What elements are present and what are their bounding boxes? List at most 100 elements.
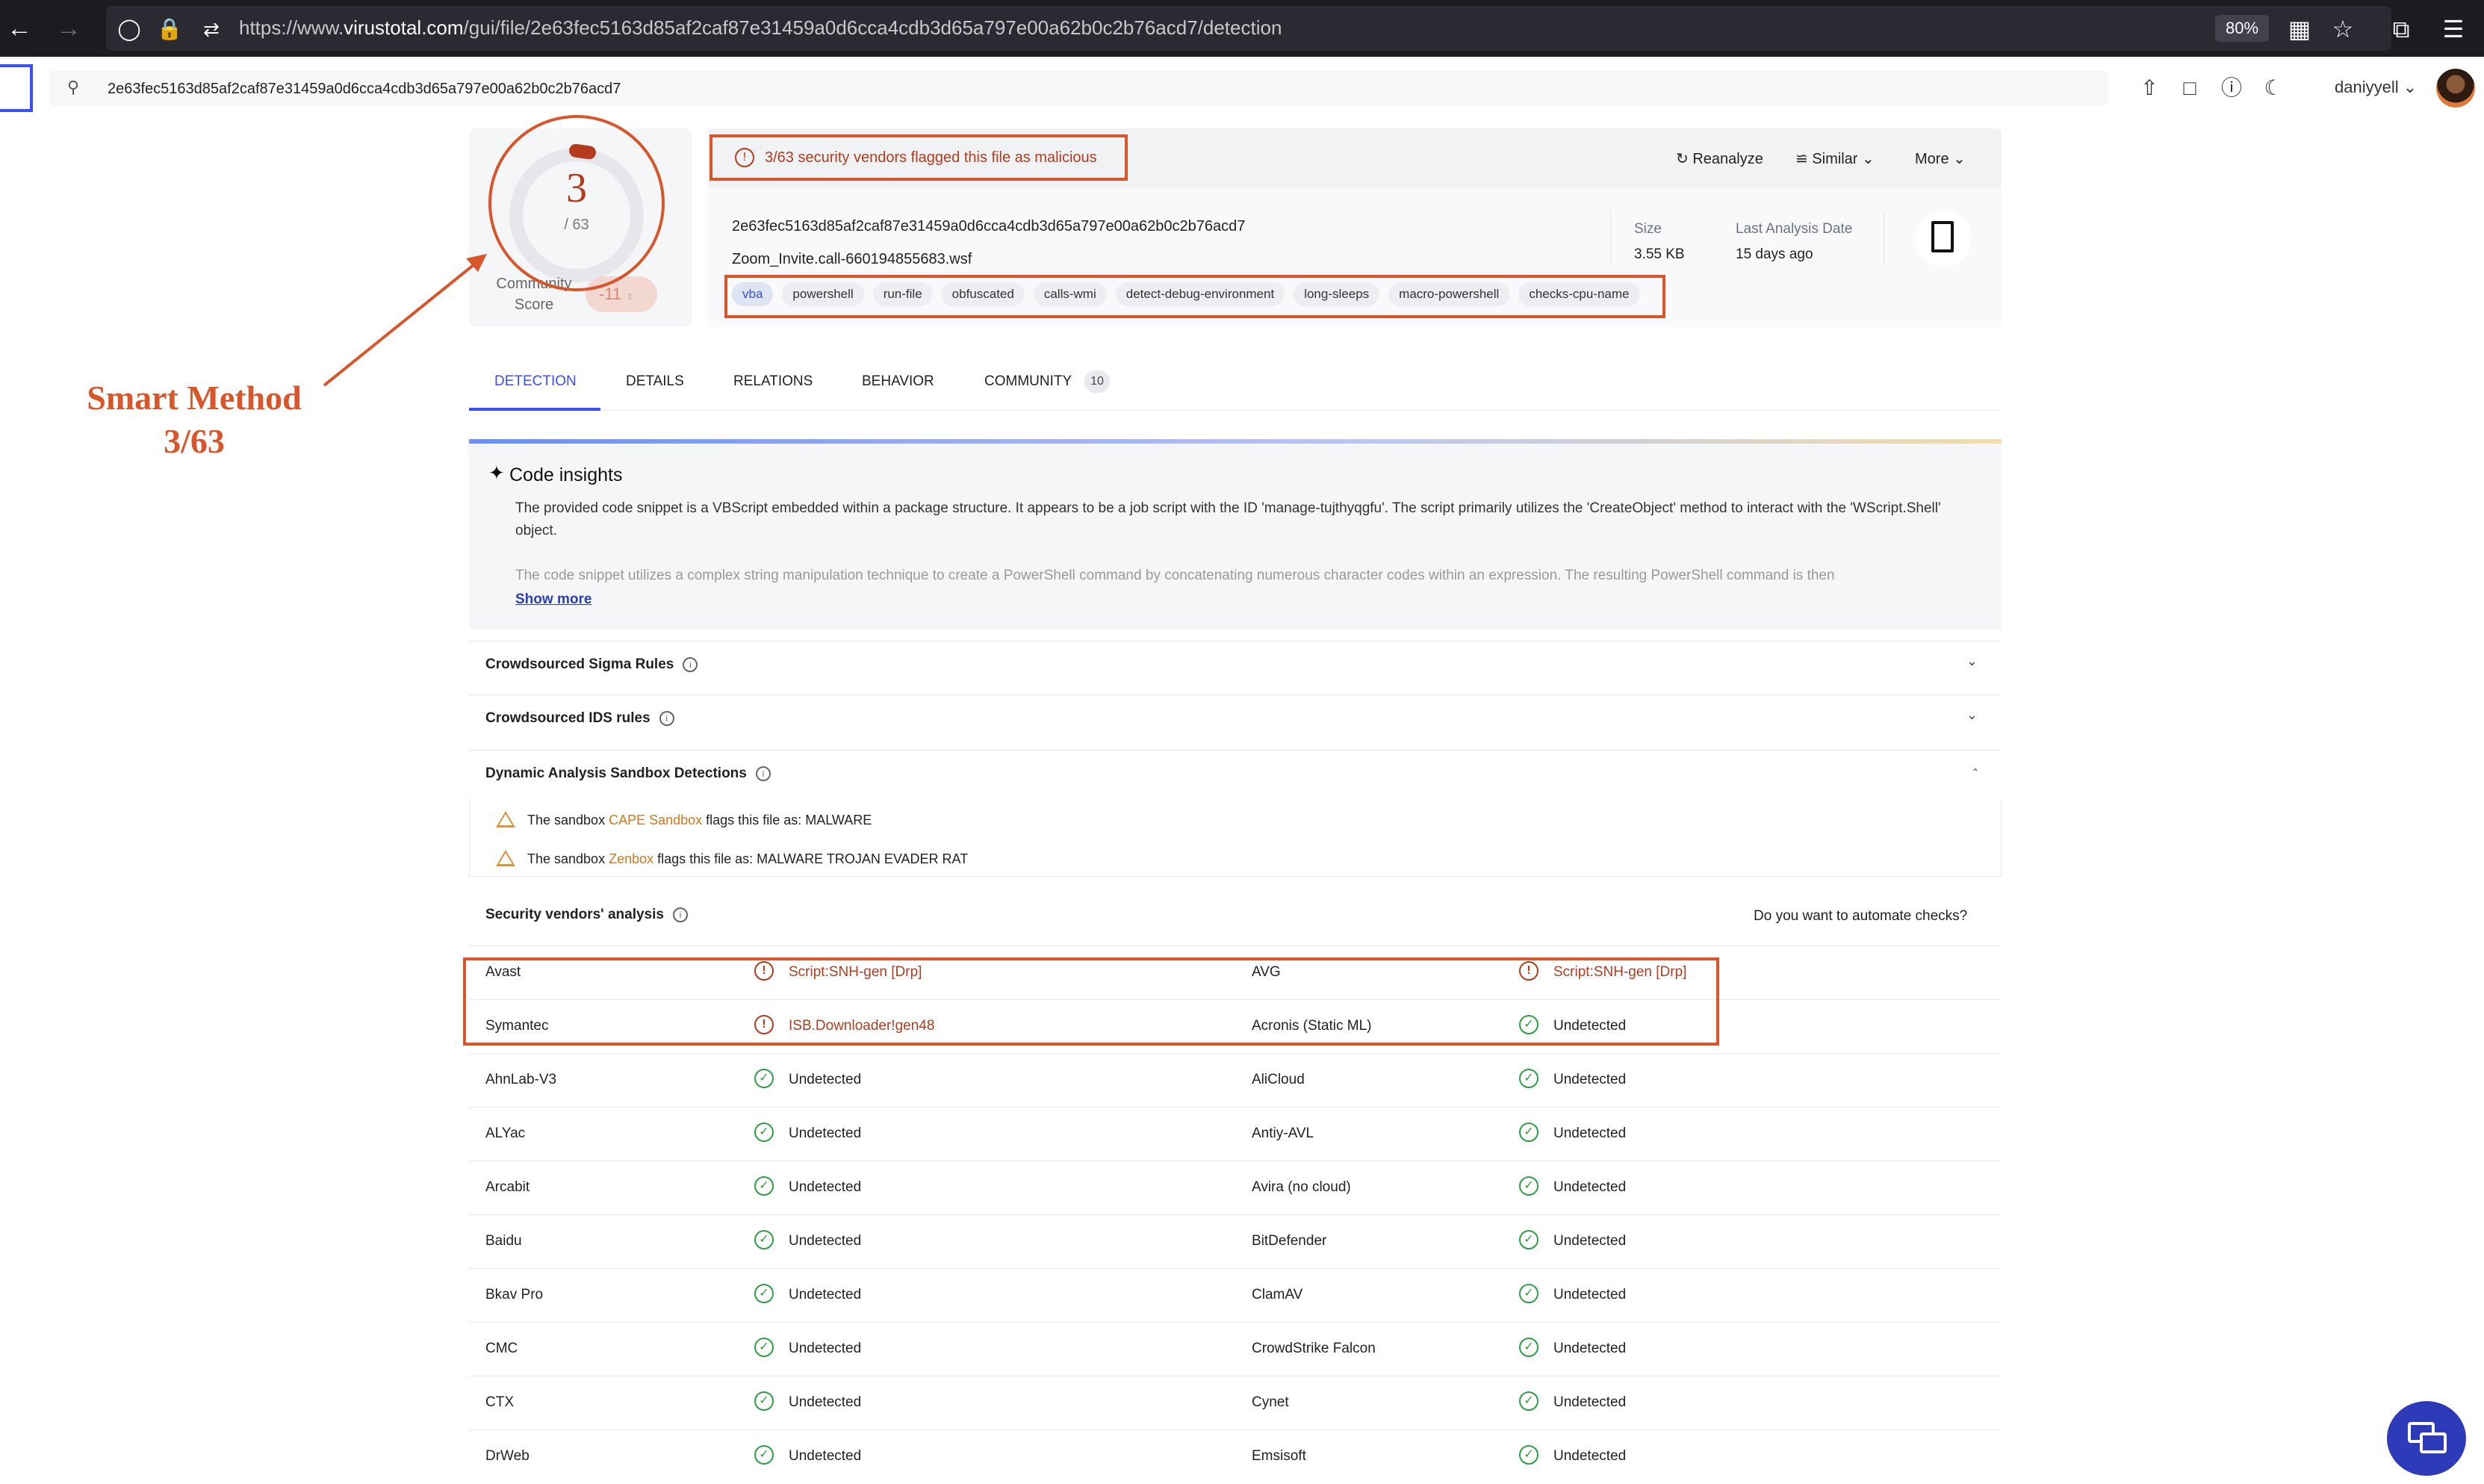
sandbox-section[interactable]: Dynamic Analysis Sandbox Detections i ˆ	[469, 750, 2002, 795]
vendor-result: Undetected	[789, 1287, 862, 1303]
show-more-link[interactable]: Show more	[515, 592, 591, 608]
vendor-result: Undetected	[1553, 1394, 1627, 1410]
vendor-name: CTX	[485, 1394, 514, 1410]
vendors-title: Security vendors' analysis	[485, 907, 664, 922]
virustotal-logo[interactable]	[0, 64, 33, 112]
back-arrow-icon[interactable]: ←	[3, 12, 36, 45]
url-text[interactable]: https://www.virustotal.com/gui/file/2e63…	[239, 16, 1282, 40]
vendor-name: Bkav Pro	[485, 1287, 544, 1303]
sandbox-link[interactable]: Zenbox	[609, 851, 653, 866]
last-analysis-value: 15 days ago	[1736, 246, 1813, 262]
sigma-rules-title: Crowdsourced Sigma Rules	[485, 656, 674, 672]
vendor-row: Bkav Pro ✓ Undetected ClamAV ✓ Undetected	[469, 1268, 2002, 1323]
upload-icon[interactable]: ⇧	[2136, 75, 2163, 102]
permissions-icon[interactable]: ⇄	[196, 13, 227, 45]
vendor-row: CMC ✓ Undetected CrowdStrike Falcon ✓ Undetec…	[469, 1322, 2002, 1376]
info-icon[interactable]: i	[672, 907, 688, 922]
ids-rules-section[interactable]: Crowdsourced IDS rules i ⌄	[469, 695, 2002, 740]
info-icon[interactable]: i	[659, 711, 674, 726]
tab-behavior[interactable]: BEHAVIOR	[862, 373, 934, 390]
file-hash[interactable]: 2e63fec5163d85af2caf87e31459a0d6cca4cdb3…	[732, 218, 1245, 235]
sandbox-link[interactable]: CAPE Sandbox	[609, 813, 702, 828]
grid-extension-icon[interactable]: ▦	[2284, 13, 2315, 45]
vendor-name: CMC	[485, 1341, 518, 1356]
vendor-name: AhnLab-V3	[485, 1072, 557, 1087]
extensions-puzzle-icon[interactable]: ⧉	[2385, 13, 2417, 45]
bookmark-star-icon[interactable]: ☆	[2327, 13, 2359, 45]
sigma-rules-section[interactable]: Crowdsourced Sigma Rules i ⌄	[469, 641, 2002, 686]
vendor-row: AhnLab-V3 ✓ Undetected AliCloud ✓ Undetected	[469, 1053, 2002, 1108]
check-circle-icon: ✓	[754, 1176, 774, 1196]
help-icon[interactable]: ⓘ	[2218, 75, 2245, 102]
zoom-level-badge[interactable]: 80%	[2215, 15, 2269, 42]
vendor-row: ALYac ✓ Undetected Antiy-AVL ✓ Undetected	[469, 1107, 2002, 1161]
chevron-up-icon[interactable]: ˆ	[1973, 767, 1978, 783]
more-button[interactable]: More ⌄	[1915, 149, 1966, 168]
check-circle-icon: ✓	[1519, 1230, 1538, 1249]
check-circle-icon: ✓	[754, 1391, 774, 1411]
vendor-result: Undetected	[1553, 1448, 1627, 1464]
tab-community[interactable]: COMMUNITY	[984, 373, 1072, 390]
chat-support-button[interactable]	[2387, 1401, 2466, 1476]
dark-mode-moon-icon[interactable]: ☾	[2260, 75, 2287, 102]
search-bar[interactable]: ⚲	[49, 70, 2108, 106]
info-icon[interactable]: i	[683, 657, 698, 672]
vendor-name: Antiy-AVL	[1252, 1126, 1314, 1141]
check-circle-icon: ✓	[754, 1069, 774, 1088]
similar-button[interactable]: ≌ Similar ⌄	[1795, 149, 1875, 168]
check-circle-icon: ✓	[754, 1338, 774, 1357]
vendor-row: Baidu ✓ Undetected BitDefender ✓ Undetected	[469, 1214, 2002, 1269]
sandbox-title: Dynamic Analysis Sandbox Detections	[485, 766, 747, 781]
info-icon[interactable]: i	[755, 766, 771, 781]
check-circle-icon: ✓	[754, 1445, 774, 1465]
chevron-down-icon[interactable]: ⌄	[1966, 653, 1978, 669]
vendor-name: Emsisoft	[1252, 1448, 1306, 1464]
vendor-result: Undetected	[1553, 1287, 1627, 1303]
user-name[interactable]: daniyyell ⌄	[2335, 78, 2417, 97]
check-circle-icon: ✓	[754, 1123, 774, 1142]
shield-icon[interactable]: ◯	[114, 13, 145, 45]
avatar[interactable]	[2436, 69, 2475, 108]
search-input[interactable]	[106, 73, 2051, 105]
vendor-result: Undetected	[789, 1126, 862, 1141]
forward-arrow-icon[interactable]: →	[52, 12, 85, 45]
tab-relations[interactable]: RELATIONS	[733, 373, 813, 390]
check-circle-icon: ✓	[1519, 1284, 1538, 1303]
tab-details[interactable]: DETAILS	[626, 373, 684, 390]
insights-paragraph-faded: The code snippet utilizes a complex stri…	[515, 568, 1835, 583]
community-count-badge: 10	[1084, 370, 1110, 393]
vendor-row: DrWeb ✓ Undetected Emsisoft ✓ Undetected	[469, 1429, 2002, 1484]
warning-icon	[496, 811, 515, 828]
check-circle-icon: ✓	[754, 1284, 774, 1303]
vendor-result: Undetected	[789, 1233, 862, 1249]
annotation-circle	[488, 115, 665, 291]
vendor-result: Undetected	[1553, 1179, 1627, 1195]
vendor-row: CTX ✓ Undetected Cynet ✓ Undetected	[469, 1376, 2002, 1430]
vendor-name: DrWeb	[485, 1448, 530, 1464]
insights-gradient-bar	[469, 439, 2002, 444]
check-circle-icon: ✓	[1519, 1069, 1538, 1088]
lock-icon[interactable]: 🔒	[154, 13, 185, 45]
divider	[1610, 211, 1611, 263]
automate-checks-link[interactable]: Do you want to automate checks?	[1754, 908, 1967, 925]
vendor-name: ALYac	[485, 1126, 526, 1141]
reanalyze-button[interactable]: ↻ Reanalyze	[1676, 149, 1763, 168]
check-circle-icon: ✓	[1519, 1391, 1538, 1411]
chevron-down-icon[interactable]: ⌄	[1966, 707, 1978, 723]
last-analysis-label: Last Analysis Date	[1736, 221, 1853, 237]
vendor-name: CrowdStrike Falcon	[1252, 1341, 1376, 1356]
comment-icon[interactable]: □	[2176, 75, 2203, 102]
code-insights-title: Code insights	[509, 465, 623, 485]
vendor-result: Undetected	[1553, 1341, 1627, 1356]
insights-paragraph: The provided code snippet is a VBScript …	[515, 500, 1941, 538]
sandbox-line: The sandbox CAPE Sandbox flags this file…	[527, 813, 872, 828]
sparkle-icon: ✦	[488, 462, 505, 484]
sandbox-line: The sandbox Zenbox flags this file as: M…	[527, 851, 969, 866]
menu-hamburger-icon[interactable]: ☰	[2438, 13, 2469, 45]
vendor-row: Arcabit ✓ Undetected Avira (no cloud) ✓ Undet…	[469, 1161, 2002, 1215]
check-circle-icon: ✓	[1519, 1176, 1538, 1196]
tab-detection[interactable]: DETECTION	[494, 373, 577, 390]
check-circle-icon: ✓	[1519, 1123, 1538, 1142]
vendor-result: Undetected	[789, 1179, 862, 1195]
search-icon: ⚲	[67, 78, 80, 96]
